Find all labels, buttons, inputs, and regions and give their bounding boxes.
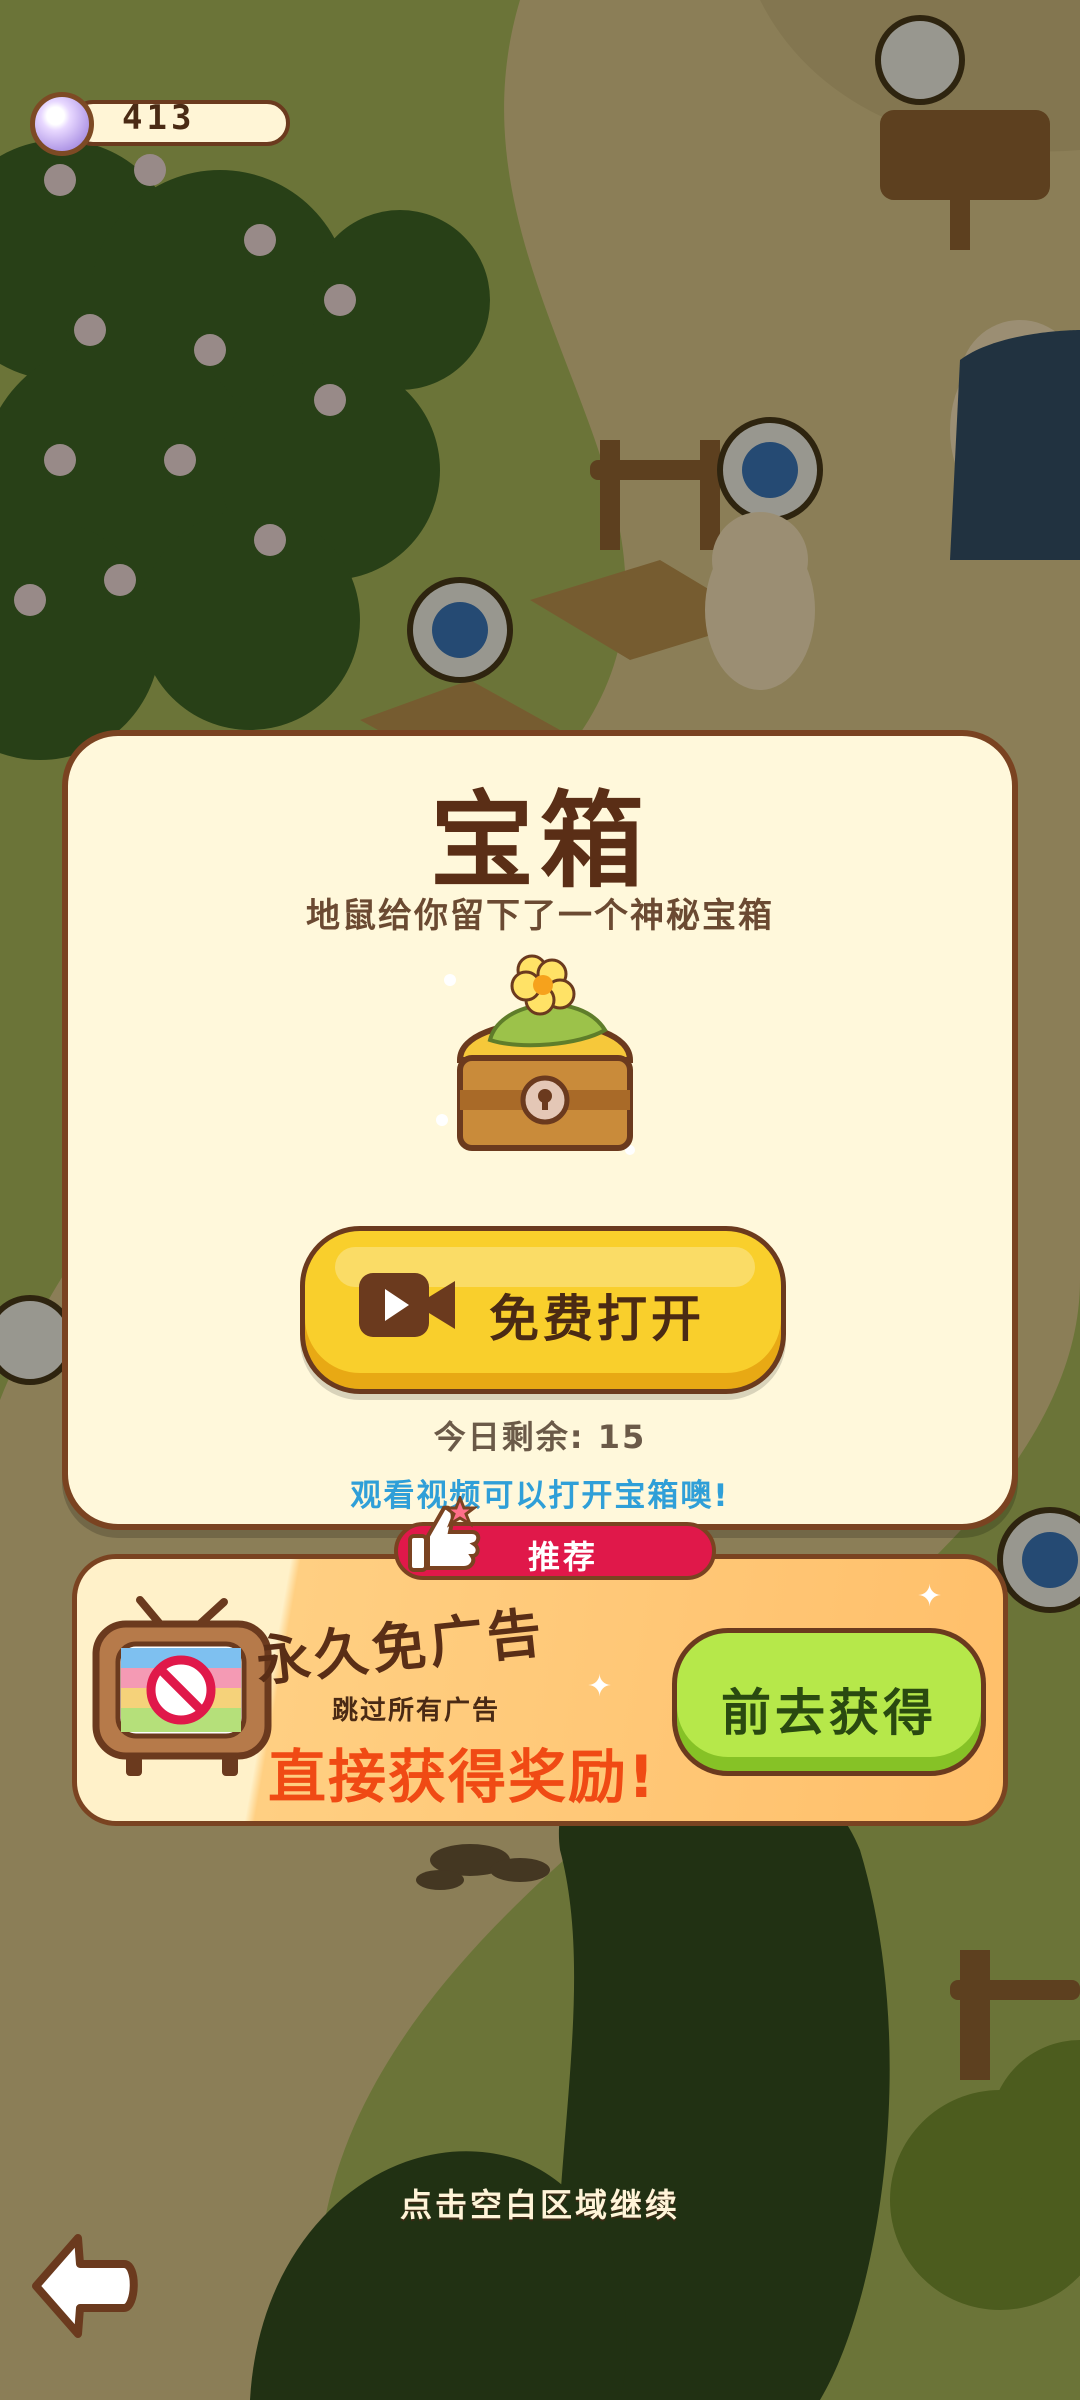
currency-value: 413 [122, 98, 196, 138]
treasure-chest-icon [436, 954, 635, 1155]
thumbs-up-icon [408, 1496, 481, 1572]
promo-headline: 直接获得奖励! [268, 1743, 657, 1811]
pearl-icon [30, 92, 94, 156]
sparkle-icon: ✦ [587, 1669, 613, 1704]
treasure-chest-dialog: 宝箱 地鼠给你留下了一个神秘宝箱 免费打开 今日剩余: 15 观看视频可以打开宝… [62, 730, 1018, 1530]
tap-to-continue-hint: 点击空白区域继续 [399, 2186, 680, 2224]
promo-subtitle: 跳过所有广告 [332, 1696, 501, 1726]
recommend-label: 推荐 [528, 1538, 599, 1576]
go-get-button[interactable]: 前去获得 [672, 1628, 986, 1776]
free-open-button[interactable]: 免费打开 [300, 1226, 786, 1394]
sparkle-icon: ✦ [917, 1579, 943, 1614]
video-camera-icon [359, 1273, 455, 1337]
free-open-label: 免费打开 [489, 1290, 705, 1348]
back-arrow-icon[interactable] [28, 2230, 144, 2346]
remaining-count-text: 今日剩余: 15 [433, 1418, 647, 1456]
dialog-title: 宝箱 [429, 780, 650, 902]
watch-video-hint: 观看视频可以打开宝箱噢! [350, 1478, 730, 1514]
currency-counter: 413 [30, 92, 290, 156]
go-get-label: 前去获得 [721, 1684, 937, 1742]
dialog-subtitle: 地鼠给你留下了一个神秘宝箱 [306, 896, 774, 936]
